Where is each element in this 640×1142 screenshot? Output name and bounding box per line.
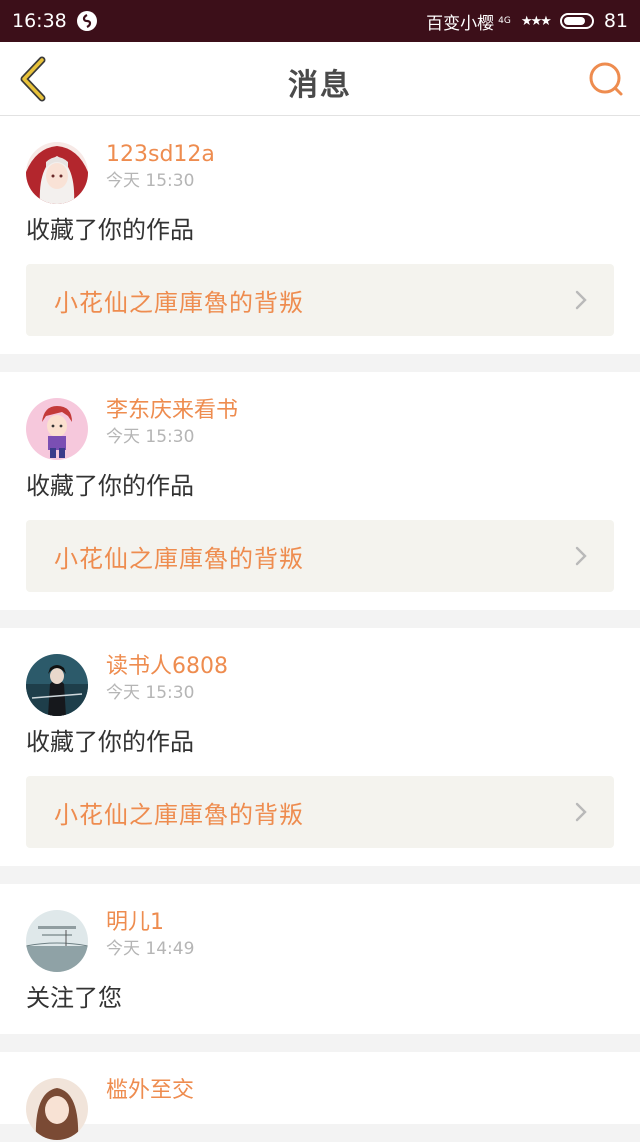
message-action: 收藏了你的作品 [26, 216, 194, 244]
status-left: 16:38 [12, 10, 97, 32]
avatar[interactable] [26, 910, 88, 972]
username[interactable]: 李东庆来看书 [106, 398, 614, 424]
username[interactable]: 槛外至交 [106, 1078, 614, 1104]
chevron-right-icon [575, 290, 587, 310]
message-time: 今天 15:30 [106, 171, 195, 191]
message-action: 关注了您 [26, 984, 122, 1012]
globe-icon [76, 11, 97, 31]
avatar[interactable] [26, 654, 88, 716]
signal-icon: ★★★ [520, 13, 552, 29]
message-item: 槛外至交 [0, 1052, 640, 1140]
message-time: 今天 15:30 [106, 683, 195, 703]
app-header: 消息 [0, 42, 640, 116]
status-right: 百变小樱 4G ★★★ 81 [426, 9, 628, 34]
message-item: 明儿1 今天 14:49 关注了您 [0, 884, 640, 1034]
work-link[interactable]: 小花仙之庫庫魯的背叛 [26, 776, 614, 848]
page-title: 消息 [288, 68, 352, 103]
message-item: 123sd12a 今天 15:30 收藏了你的作品 小花仙之庫庫魯的背叛 [0, 116, 640, 354]
battery-level: 81 [603, 10, 628, 32]
message-time: 今天 15:30 [106, 427, 195, 447]
search-icon [589, 62, 623, 96]
avatar[interactable] [26, 142, 88, 204]
message-time: 今天 14:49 [106, 939, 195, 959]
username[interactable]: 123sd12a [106, 142, 614, 168]
message-action: 收藏了你的作品 [26, 472, 194, 500]
message-item: 读书人6808 今天 15:30 收藏了你的作品 小花仙之庫庫魯的背叛 [0, 628, 640, 866]
carrier-name: 百变小樱 [426, 13, 495, 34]
work-title: 小花仙之庫庫魯的背叛 [54, 288, 304, 317]
work-title: 小花仙之庫庫魯的背叛 [54, 800, 304, 829]
work-title: 小花仙之庫庫魯的背叛 [54, 544, 304, 573]
message-list: 123sd12a 今天 15:30 收藏了你的作品 小花仙之庫庫魯的背叛 李东庆… [0, 116, 640, 1142]
avatar[interactable] [26, 1078, 88, 1140]
chevron-right-icon [575, 802, 587, 822]
chevron-right-icon [575, 546, 587, 566]
message-action: 收藏了你的作品 [26, 728, 194, 756]
battery-icon [559, 13, 594, 29]
username[interactable]: 明儿1 [106, 910, 614, 936]
username[interactable]: 读书人6808 [106, 654, 614, 680]
search-button[interactable] [586, 59, 626, 99]
avatar[interactable] [26, 398, 88, 460]
work-link[interactable]: 小花仙之庫庫魯的背叛 [26, 264, 614, 336]
work-link[interactable]: 小花仙之庫庫魯的背叛 [26, 520, 614, 592]
network-type: 4G [498, 16, 511, 26]
message-item: 李东庆来看书 今天 15:30 收藏了你的作品 小花仙之庫庫魯的背叛 [0, 372, 640, 610]
status-time: 16:38 [12, 10, 67, 32]
status-bar: 16:38 百变小樱 4G ★★★ 81 [0, 0, 640, 42]
